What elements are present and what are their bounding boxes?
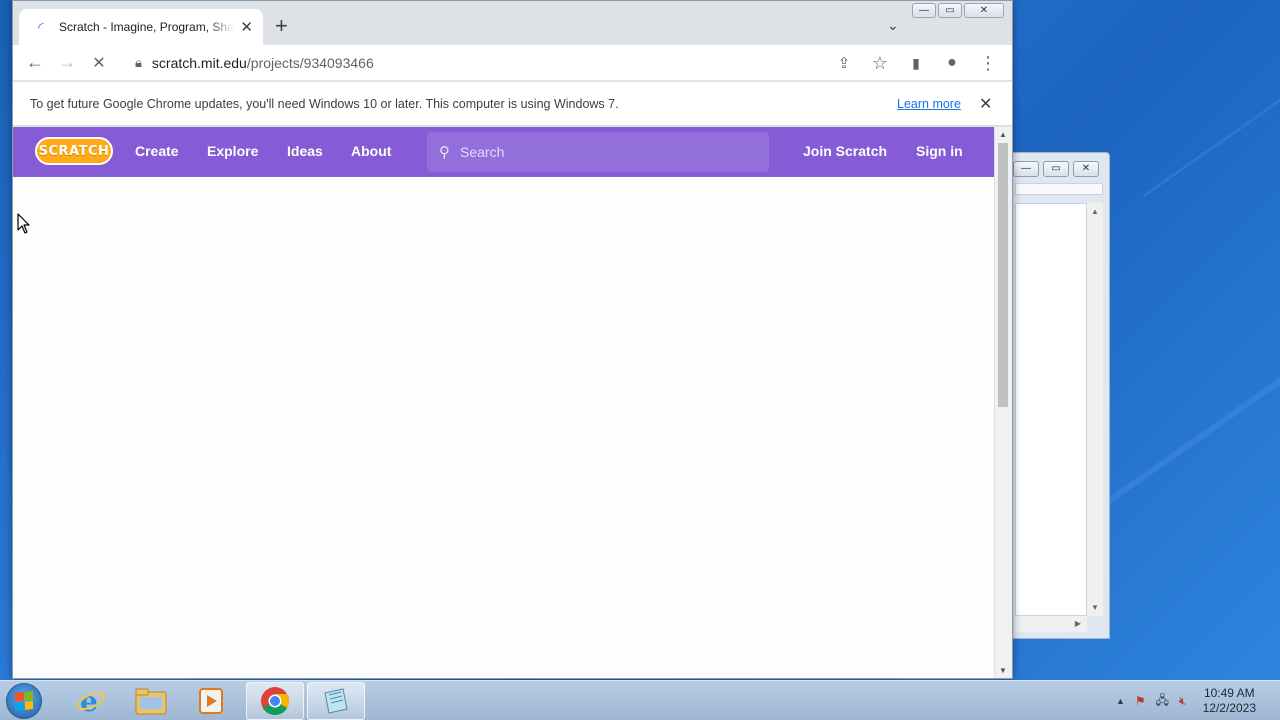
- scratch-logo[interactable]: SCRATCH: [35, 137, 113, 165]
- wallpaper-streak: [1142, 45, 1280, 198]
- back-arrow-icon[interactable]: ←: [19, 47, 51, 79]
- svg-text:e: e: [80, 686, 98, 716]
- start-button[interactable]: [6, 683, 42, 719]
- chrome-icon[interactable]: [246, 682, 304, 720]
- nav-create[interactable]: Create: [135, 143, 179, 159]
- clock-date: 12/2/2023: [1202, 701, 1256, 715]
- infobar-message: To get future Google Chrome updates, you…: [30, 96, 619, 111]
- file-explorer-icon[interactable]: [122, 682, 180, 720]
- forward-arrow-icon[interactable]: →: [51, 47, 83, 79]
- update-infobar: To get future Google Chrome updates, you…: [13, 82, 1012, 126]
- url-path: /projects/934093466: [246, 55, 374, 71]
- scroll-up-icon[interactable]: ▲: [1091, 207, 1099, 216]
- minimize-button[interactable]: —: [912, 3, 936, 18]
- background-window-bar: [1015, 183, 1103, 195]
- join-scratch-link[interactable]: Join Scratch: [803, 143, 887, 159]
- sign-in-link[interactable]: Sign in: [916, 143, 963, 159]
- scroll-right-icon[interactable]: ▶: [1075, 619, 1081, 628]
- volume-muted-icon[interactable]: 🔇︎: [1179, 694, 1187, 709]
- stop-loading-icon[interactable]: ✕: [83, 47, 115, 79]
- scrollbar-thumb[interactable]: [998, 143, 1008, 407]
- page-vertical-scrollbar[interactable]: ▲ ▼: [995, 127, 1012, 678]
- clock[interactable]: 10:49 AM 12/2/2023: [1203, 686, 1256, 716]
- share-icon[interactable]: ⇪: [828, 47, 860, 79]
- maximize-button[interactable]: ▭: [938, 3, 962, 18]
- background-window[interactable]: — ▭ ✕ ▲ ▼ ▶: [1010, 152, 1110, 639]
- tab-scratch[interactable]: ◜ Scratch - Imagine, Program, Share ✕: [19, 9, 263, 45]
- system-tray: ▲ ⚑ 🖧︎ 🔇︎ 10:49 AM 12/2/2023: [1116, 681, 1280, 720]
- notepad-icon[interactable]: [307, 682, 365, 720]
- clock-time: 10:49 AM: [1203, 686, 1255, 700]
- tab-search-chevron-icon[interactable]: ⌄: [887, 17, 899, 34]
- url-text[interactable]: scratch.mit.edu/projects/934093466: [152, 55, 374, 71]
- tab-strip: ◜ Scratch - Imagine, Program, Share ✕ + …: [13, 1, 1012, 45]
- background-window-client[interactable]: [1015, 203, 1087, 616]
- window-controls: — ▭ ✕: [912, 3, 1004, 18]
- url-host: scratch.mit.edu: [151, 55, 247, 71]
- media-player-icon[interactable]: [182, 682, 240, 720]
- learn-more-link[interactable]: Learn more: [897, 97, 961, 111]
- background-maximize-button[interactable]: ▭: [1043, 161, 1069, 177]
- page-viewport[interactable]: SCRATCH Create Explore Ideas About ⚲ Sea…: [13, 127, 994, 678]
- nav-ideas[interactable]: Ideas: [287, 143, 323, 159]
- close-window-button[interactable]: ✕: [964, 3, 1004, 18]
- background-horizontal-scrollbar[interactable]: ▶: [1015, 616, 1087, 632]
- search-input[interactable]: ⚲ Search: [427, 132, 769, 172]
- scroll-up-icon[interactable]: ▲: [999, 130, 1007, 139]
- tab-title: Scratch - Imagine, Program, Share: [59, 20, 235, 34]
- wallpaper-streak: [1087, 328, 1280, 518]
- tab-close-icon[interactable]: ✕: [240, 18, 253, 36]
- background-minimize-button[interactable]: —: [1013, 161, 1039, 177]
- search-placeholder: Search: [460, 144, 505, 160]
- side-panel-icon[interactable]: ▮: [900, 47, 932, 79]
- scratch-navbar: SCRATCH Create Explore Ideas About ⚲ Sea…: [13, 127, 994, 177]
- taskbar: e ▲ ⚑ 🖧︎ 🔇︎ 10:49 AM 12/2/2023: [0, 680, 1280, 720]
- lock-icon[interactable]: 🔒︎: [135, 55, 142, 71]
- network-icon[interactable]: 🖧︎: [1156, 691, 1169, 712]
- toolbar-actions: ⇪ ☆ ▮ ● ⋮: [828, 47, 1004, 79]
- bookmark-star-icon[interactable]: ☆: [864, 47, 896, 79]
- nav-explore[interactable]: Explore: [207, 143, 258, 159]
- internet-explorer-icon[interactable]: e: [62, 682, 120, 720]
- mouse-cursor-icon: [17, 213, 30, 234]
- search-icon: ⚲: [439, 144, 450, 161]
- menu-kebab-icon[interactable]: ⋮: [972, 47, 1004, 79]
- loading-spinner-icon: ◜: [38, 18, 44, 35]
- action-center-flag-icon[interactable]: ⚑: [1135, 694, 1146, 708]
- chrome-window: ◜ Scratch - Imagine, Program, Share ✕ + …: [12, 0, 1013, 679]
- logo-text: SCRATCH: [38, 143, 110, 159]
- nav-about[interactable]: About: [351, 143, 391, 159]
- background-window-controls: — ▭ ✕: [1013, 161, 1099, 177]
- new-tab-button[interactable]: +: [275, 15, 288, 37]
- infobar-close-icon[interactable]: ✕: [979, 94, 992, 114]
- browser-toolbar: ← → ✕ 🔒︎ scratch.mit.edu/projects/934093…: [13, 45, 1012, 81]
- scroll-down-icon[interactable]: ▼: [999, 666, 1007, 675]
- background-close-button[interactable]: ✕: [1073, 161, 1099, 177]
- show-hidden-icons-button[interactable]: ▲: [1116, 696, 1125, 706]
- profile-avatar-icon[interactable]: ●: [936, 47, 968, 79]
- background-vertical-scrollbar[interactable]: ▲ ▼: [1087, 203, 1103, 616]
- windows-flag-icon: [15, 691, 33, 711]
- scroll-down-icon[interactable]: ▼: [1091, 603, 1099, 612]
